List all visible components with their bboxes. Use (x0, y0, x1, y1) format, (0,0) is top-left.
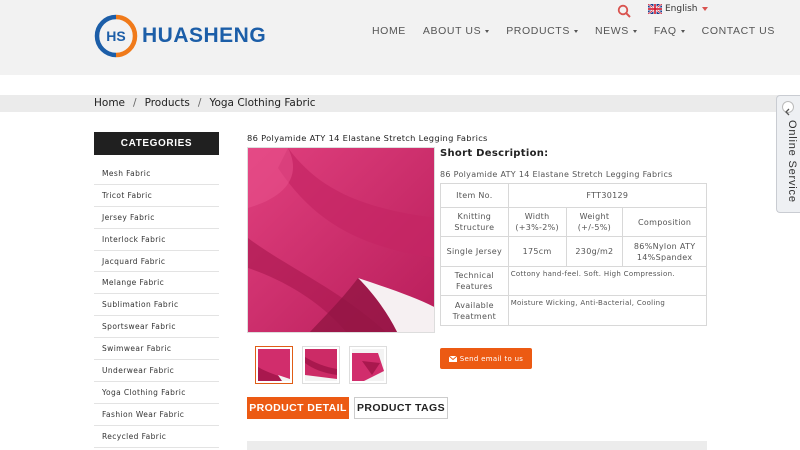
brand-name: HUASHENG (142, 24, 267, 47)
chevron-down-icon (573, 29, 578, 33)
chevron-down-icon (632, 29, 637, 33)
spec-value: 230g/m2 (565, 236, 624, 267)
table-row: Single Jersey 175cm 230g/m2 86%Nylon ATY… (440, 236, 707, 267)
categories-list: Mesh Fabric Tricot Fabric Jersey Fabric … (94, 163, 219, 448)
breadcrumb-current[interactable]: Yoga Clothing Fabric (209, 97, 315, 109)
online-service-label: Online Service (786, 120, 798, 203)
spec-value: 86%Nylon ATY 14%Spandex (622, 236, 707, 267)
table-row: Technical Features Cottony hand-feel. So… (440, 266, 708, 296)
sidebar-item-tricot-fabric[interactable]: Tricot Fabric (94, 185, 219, 207)
nav-products[interactable]: PRODUCTS (506, 25, 578, 37)
sidebar-item-swimwear-fabric[interactable]: Swimwear Fabric (94, 338, 219, 361)
chevron-down-icon (485, 29, 490, 33)
chevron-down-icon (680, 29, 685, 33)
spec-label: Item No. (440, 183, 509, 208)
nav-faq[interactable]: FAQ (654, 25, 685, 37)
nav-home-label: HOME (372, 25, 406, 37)
sidebar-item-fashion-wear-fabric[interactable]: Fashion Wear Fabric (94, 404, 219, 426)
tab-product-tags[interactable]: PRODUCT TAGS (354, 397, 448, 419)
thumbnail-2[interactable] (302, 346, 340, 384)
sidebar-item-underwear-fabric[interactable]: Underwear Fabric (94, 360, 219, 382)
spec-label: Composition (622, 207, 707, 237)
short-description-heading: Short Description: (440, 148, 549, 159)
send-email-button[interactable]: Send email to us (440, 348, 532, 369)
logo-mark-icon: HS (94, 14, 138, 58)
language-selector[interactable]: English (648, 4, 708, 14)
nav-news-label: NEWS (594, 25, 629, 37)
spec-value: Cottony hand-feel. Soft. High Compressio… (507, 266, 708, 296)
nav-news[interactable]: NEWS (595, 25, 637, 37)
spec-label: Width (+3%-2%) (507, 207, 567, 237)
product-detail-content (247, 441, 707, 450)
breadcrumb-separator: / (133, 97, 137, 109)
product-image[interactable] (247, 147, 435, 333)
tab-product-detail[interactable]: PRODUCT DETAIL (247, 397, 349, 419)
uk-flag-icon (648, 4, 662, 14)
collapse-icon[interactable] (782, 101, 794, 116)
brand-logo[interactable]: HS HUASHENG (94, 14, 266, 58)
sidebar-item-interlock-fabric[interactable]: Interlock Fabric (94, 229, 219, 251)
spec-label: Available Treatment (440, 295, 509, 326)
breadcrumb-separator: / (197, 97, 202, 109)
product-title: 86 Polyamide ATY 14 Elastane Stretch Leg… (247, 133, 488, 143)
breadcrumb-products[interactable]: Products (145, 97, 190, 109)
sidebar-item-jacquard-fabric[interactable]: Jacquard Fabric (94, 251, 219, 273)
table-row: Item No. FTT30129 (440, 183, 708, 208)
sidebar-item-melange-fabric[interactable]: Melange Fabric (94, 272, 219, 295)
online-service-widget[interactable]: Online Service (776, 95, 800, 213)
nav-about-us-label: ABOUT US (422, 25, 482, 37)
search-icon[interactable] (617, 4, 631, 18)
spec-value: Single Jersey (440, 236, 509, 267)
nav-contact-us-label: CONTACT US (701, 25, 775, 37)
main-nav: HOME ABOUT US PRODUCTS NEWS FAQ CONTACT … (360, 25, 775, 37)
table-row: Knitting Structure Width (+3%-2%) Weight… (440, 207, 707, 237)
spec-value: 175cm (507, 236, 567, 267)
spec-table: Item No. FTT30129 Knitting Structure Wid… (440, 183, 708, 326)
page: HS HUASHENG English HOME ABOUT US PRODUC… (0, 0, 800, 450)
nav-about-us[interactable]: ABOUT US (422, 25, 490, 37)
nav-home[interactable]: HOME (372, 25, 406, 37)
sidebar-item-sportswear-fabric[interactable]: Sportswear Fabric (94, 316, 219, 339)
send-email-label: Send email to us (459, 354, 524, 363)
categories-heading: CATEGORIES (94, 132, 219, 155)
nav-contact-us[interactable]: CONTACT US (702, 25, 775, 37)
sidebar-item-recycled-fabric[interactable]: Recycled Fabric (94, 426, 219, 448)
svg-text:HS: HS (106, 28, 125, 44)
fabric-image (248, 148, 434, 332)
sidebar-item-sublimation-fabric[interactable]: Sublimation Fabric (94, 294, 219, 317)
spec-label: Weight (+/-5%) (565, 207, 624, 237)
thumbnail-1[interactable] (255, 346, 293, 384)
breadcrumb-home[interactable]: Home (94, 97, 125, 109)
breadcrumb: Home / Products / Yoga Clothing Fabric (94, 97, 316, 109)
short-description-text: 86 Polyamide ATY 14 Elastane Stretch Leg… (440, 170, 673, 179)
nav-products-label: PRODUCTS (506, 25, 570, 37)
spec-label: Technical Features (440, 266, 509, 296)
spec-value: FTT30129 (507, 183, 708, 208)
thumbnail-strip (255, 346, 396, 384)
chevron-down-icon (701, 7, 708, 11)
sidebar-item-yoga-clothing-fabric[interactable]: Yoga Clothing Fabric (94, 382, 219, 404)
sidebar-item-jersey-fabric[interactable]: Jersey Fabric (94, 207, 219, 229)
spec-label: Knitting Structure (440, 207, 509, 237)
envelope-icon (448, 355, 457, 362)
table-row: Available Treatment Moisture Wicking, An… (440, 295, 708, 326)
spec-value: Moisture Wicking, Anti-Bacterial, Coolin… (507, 295, 708, 326)
language-label: English (665, 4, 698, 14)
header: HS HUASHENG English HOME ABOUT US PRODUC… (0, 0, 800, 75)
nav-faq-label: FAQ (653, 25, 677, 37)
sidebar-item-mesh-fabric[interactable]: Mesh Fabric (94, 163, 219, 185)
thumbnail-3[interactable] (349, 346, 387, 384)
